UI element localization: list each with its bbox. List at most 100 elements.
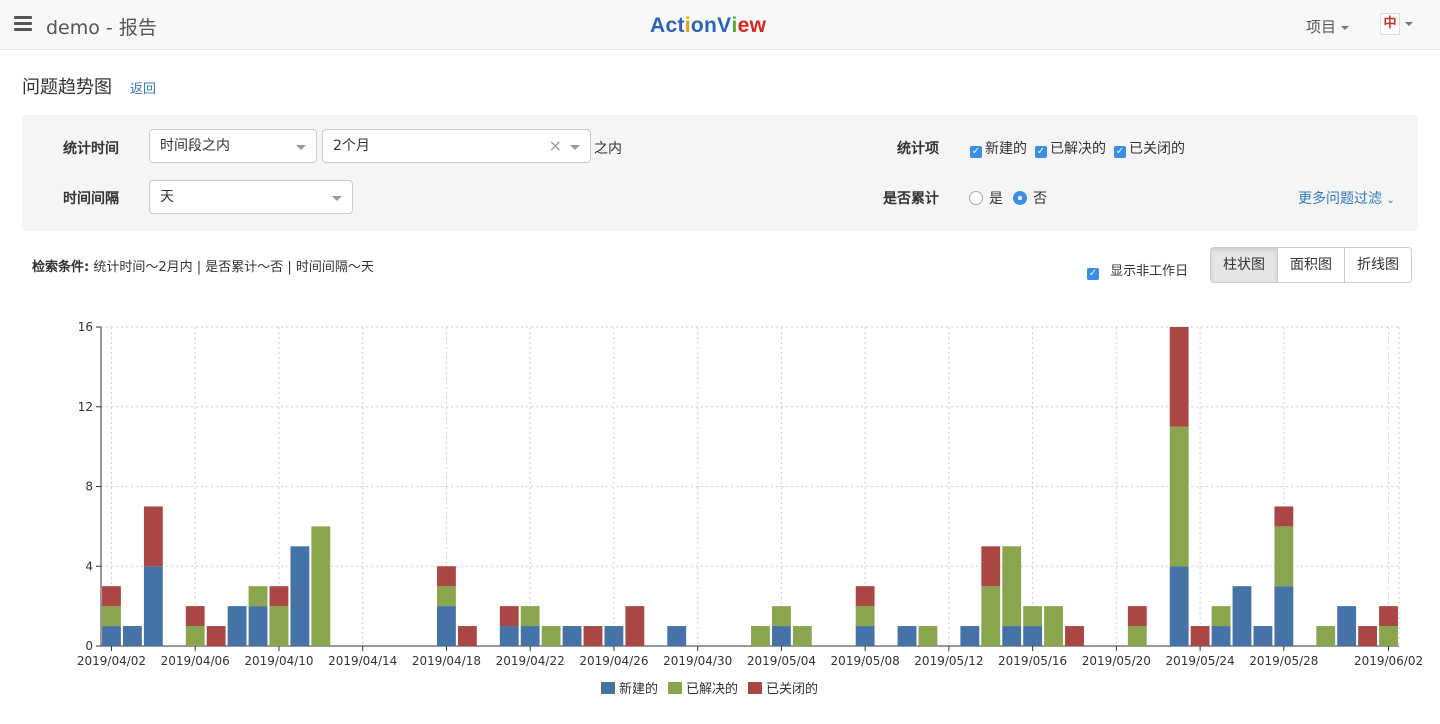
bar-segment (1274, 506, 1294, 527)
top-navbar: demo - 报告 ActionView 项目 中 (0, 0, 1440, 50)
stat-item-closed-checkbox[interactable]: ✓ 已关闭的 (1114, 138, 1185, 158)
brand-letter: V (717, 14, 732, 37)
bar-segment (437, 606, 456, 646)
bar-segment (457, 626, 477, 646)
bar-segment (1232, 586, 1252, 646)
search-conditions-text: 统计时间～2月内 | 是否累计～否 | 时间间隔～天 (93, 260, 374, 275)
bar-segment (771, 626, 791, 646)
stat-time-mode-select[interactable]: 时间段之内 (149, 129, 317, 163)
legend-swatch (601, 681, 615, 694)
x-tick-label: 2019/05/28 (1249, 654, 1318, 668)
bar-segment (499, 606, 519, 627)
stat-time-value-select[interactable]: 2个月 × (322, 129, 591, 163)
chevron-down-icon (332, 196, 342, 201)
x-tick-label: 2019/04/14 (328, 654, 397, 668)
radio-checked-icon (1013, 191, 1027, 205)
user-menu[interactable]: 中 (1380, 13, 1413, 35)
clear-icon[interactable]: × (549, 130, 562, 162)
bar-segment (1211, 606, 1231, 627)
bar-segment (520, 606, 540, 627)
stat-time-suffix: 之内 (594, 141, 622, 157)
x-tick-label: 2019/04/30 (663, 654, 732, 668)
back-link[interactable]: 返回 (130, 78, 156, 97)
bar-segment (855, 606, 875, 627)
bar-segment (1190, 626, 1210, 646)
bar-segment (562, 626, 582, 646)
chevron-down-icon (296, 145, 306, 150)
hamburger-menu-icon[interactable] (14, 16, 32, 32)
bar-segment (1065, 626, 1084, 646)
more-filter-link[interactable]: 更多问题过滤 ⌄ (1298, 188, 1395, 208)
bar-segment (792, 626, 812, 646)
bar-segment (143, 506, 163, 567)
project-menu[interactable]: 项目 (1306, 16, 1350, 37)
bar-segment (855, 626, 875, 646)
y-tick-label: 8 (85, 480, 93, 494)
legend-label: 新建的 (619, 682, 659, 697)
bar-segment (897, 626, 917, 646)
interval-select[interactable]: 天 (149, 180, 353, 214)
cumulative-no-radio[interactable]: 否 (1013, 188, 1047, 208)
bar-segment (918, 626, 938, 646)
bar-segment (625, 606, 645, 646)
bar-segment (541, 626, 561, 646)
bar-segment (248, 586, 268, 607)
checkbox-checked-icon: ✓ (970, 146, 982, 158)
bar-segment (1044, 606, 1063, 646)
bar-segment (122, 626, 142, 646)
more-filter-label: 更多问题过滤 (1298, 191, 1382, 207)
y-tick-label: 0 (85, 639, 93, 653)
stat-time-value: 2个月 (333, 138, 370, 154)
chevron-down-icon (1341, 25, 1350, 30)
chart-legend: 新建的 已解决的 已关闭的 (601, 678, 828, 697)
checkbox-checked-icon: ✓ (1035, 146, 1047, 158)
bar-chart-button[interactable]: 柱状图 (1211, 248, 1277, 282)
legend-item[interactable]: 新建的 (601, 678, 658, 697)
legend-label: 已解决的 (686, 682, 739, 697)
actionview-logo[interactable]: ActionView (650, 14, 766, 38)
bar-segment (1274, 526, 1294, 587)
x-tick-label: 2019/05/08 (831, 654, 900, 668)
bar-segment (1337, 606, 1357, 646)
x-tick-label: 2019/05/24 (1166, 654, 1235, 668)
bar-segment (1379, 626, 1398, 646)
area-chart-button[interactable]: 面积图 (1277, 248, 1344, 282)
x-tick-label: 2019/04/26 (579, 654, 648, 668)
legend-label: 已关闭的 (766, 682, 819, 697)
bar-segment (1127, 606, 1147, 627)
x-tick-label: 2019/05/12 (914, 654, 983, 668)
stat-items-label: 统计项 (897, 141, 939, 157)
bar-segment (1253, 626, 1273, 646)
y-tick-label: 4 (85, 559, 93, 573)
bar-segment (1169, 426, 1189, 567)
legend-item[interactable]: 已解决的 (668, 678, 738, 697)
brand-letter: A (650, 14, 666, 37)
bar-segment (1023, 606, 1043, 627)
legend-item[interactable]: 已关闭的 (748, 678, 818, 697)
stat-item-resolved-checkbox[interactable]: ✓ 已解决的 (1035, 138, 1106, 158)
bar-segment (981, 546, 1001, 587)
app-title: demo - 报告 (46, 17, 157, 39)
bar-segment (499, 626, 519, 646)
cumulative-yes-radio[interactable]: 是 (969, 188, 1003, 208)
stat-time-mode-value: 时间段之内 (160, 138, 230, 154)
bar-segment (1127, 626, 1147, 646)
bar-segment (1169, 327, 1189, 427)
bar-segment (855, 586, 875, 607)
brand-letter: w (749, 14, 767, 37)
search-conditions: 检索条件: 统计时间～2月内 | 是否累计～否 | 时间间隔～天 (32, 256, 374, 275)
bar-segment (102, 626, 121, 646)
bar-segment (102, 586, 121, 607)
bar-segment (143, 566, 163, 646)
stat-item-created-checkbox[interactable]: ✓ 新建的 (970, 138, 1027, 158)
chart-type-switch: 柱状图 面积图 折线图 (1210, 247, 1412, 283)
show-nonwork-checkbox[interactable]: ✓ 显示非工作日 (1087, 260, 1188, 280)
bar-segment (206, 626, 226, 646)
cumulative-no-label: 否 (1033, 191, 1047, 207)
stat-time-label: 统计时间 (63, 141, 119, 157)
x-tick-label: 2019/04/10 (244, 654, 313, 668)
interval-label: 时间间隔 (63, 191, 119, 207)
line-chart-button[interactable]: 折线图 (1344, 248, 1411, 282)
bar-segment (437, 566, 456, 587)
x-tick-label: 2019/05/04 (747, 654, 816, 668)
